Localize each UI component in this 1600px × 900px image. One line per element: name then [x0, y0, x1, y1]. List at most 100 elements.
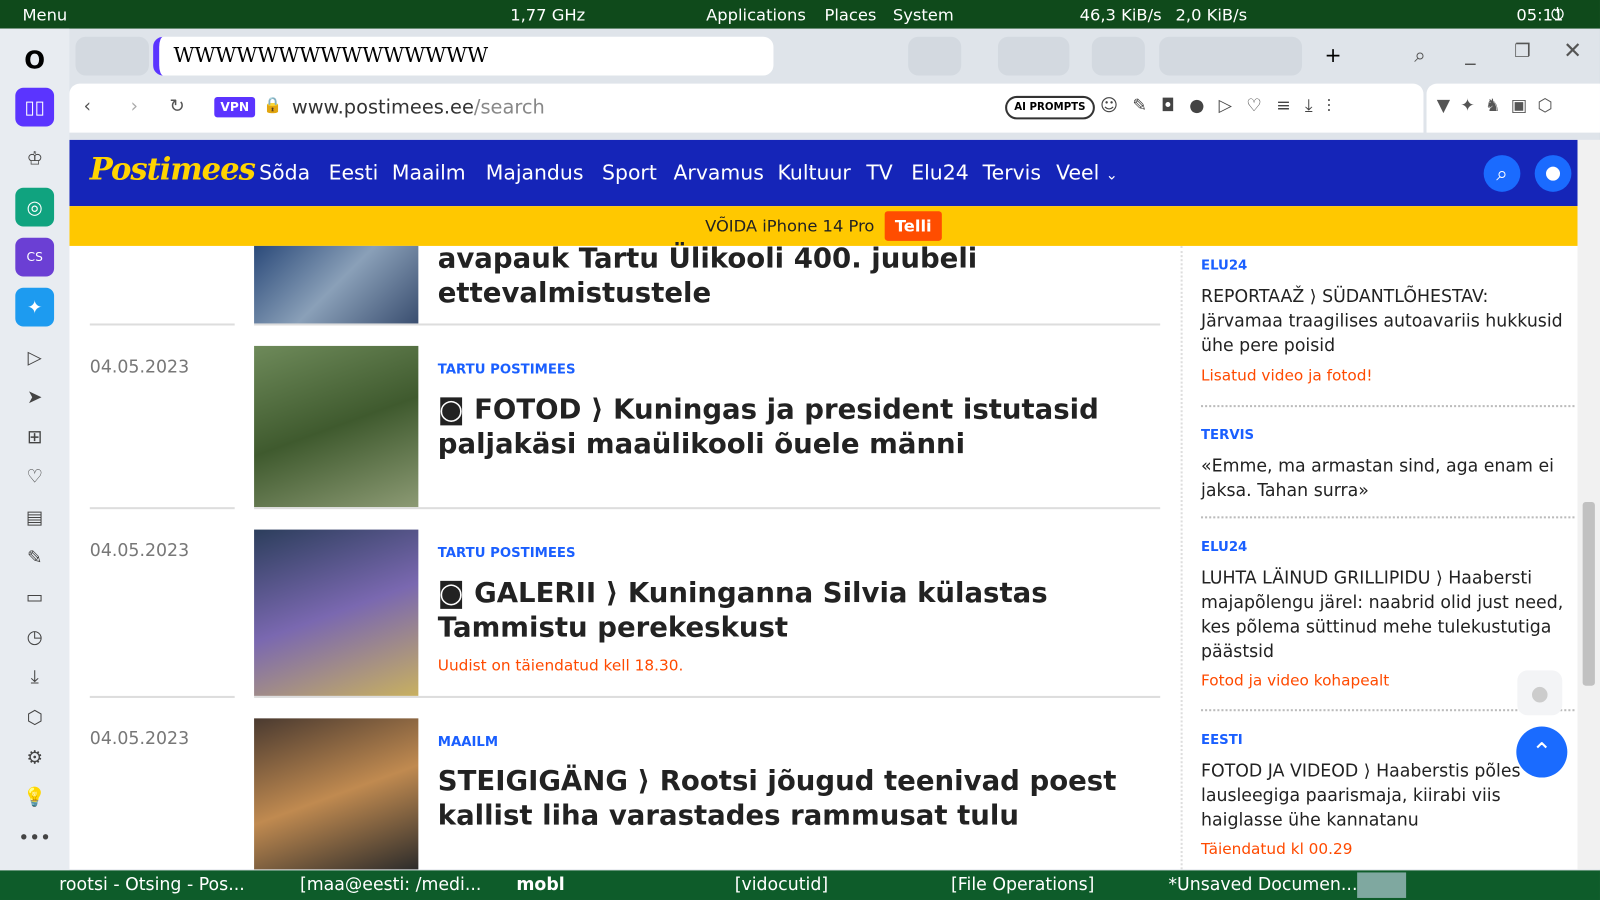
twitter-icon[interactable]: ✦ — [15, 287, 55, 327]
heart-icon[interactable]: ♡ — [15, 457, 54, 496]
nav-item-more[interactable]: Veel ⌄ — [1056, 160, 1118, 184]
nav-item[interactable]: TV — [866, 160, 892, 184]
opera-logo-icon[interactable]: O — [15, 41, 54, 80]
applications-menu[interactable]: Applications — [706, 5, 806, 24]
article-category[interactable]: TARTU POSTIMEES — [438, 546, 576, 561]
article-title[interactable]: avapauk Tartu Ülikooli 400. juubeli ette… — [438, 242, 1152, 311]
menu-button[interactable]: Menu — [22, 5, 67, 24]
sidebar-category[interactable]: ELU24 — [1201, 540, 1247, 555]
taskbar-item[interactable]: [vidocutid] — [735, 874, 828, 894]
nav-item[interactable]: Maailm — [392, 160, 466, 184]
power-icon[interactable]: ⏻ — [1551, 4, 1564, 24]
address-bar-tools[interactable]: ☺✎◘●▷♡≡⤓⫶ — [1100, 96, 1345, 116]
nav-item[interactable]: Majandus — [486, 160, 584, 184]
apps-icon[interactable]: ⊞ — [15, 417, 54, 456]
tabs-icon[interactable]: ▭ — [15, 578, 54, 617]
article-category[interactable]: TARTU POSTIMEES — [438, 362, 576, 377]
nav-item[interactable]: Eesti — [329, 160, 379, 184]
downloads-icon[interactable]: ⤓ — [15, 657, 54, 696]
nav-item[interactable]: Kultuur — [778, 160, 851, 184]
pinned-tabs[interactable] — [75, 36, 149, 76]
camera-icon: ◙ — [437, 393, 475, 426]
vpn-badge[interactable]: VPN — [214, 96, 256, 118]
tab-group-5[interactable] — [1159, 36, 1303, 76]
article-title-text: FOTOD ⟩ Kuningas ja president istutasid … — [437, 393, 1099, 461]
promo-banner[interactable]: VÕIDA iPhone 14 Pro Telli — [69, 206, 1578, 246]
sidebar-subtitle: Lisatud video ja fotod! — [1201, 366, 1373, 385]
url-field[interactable]: www.postimees.ee/search — [292, 96, 545, 118]
taskbar-item[interactable]: rootsi - Otsing - Pos... — [59, 874, 245, 894]
sidebar-category[interactable]: EESTI — [1201, 733, 1243, 748]
tab-group-w[interactable]: WWWWWWWWWWWWWWW — [153, 36, 774, 76]
sidebar-category[interactable]: ELU24 — [1201, 258, 1247, 273]
news-icon[interactable]: ▤ — [15, 498, 54, 537]
extensions-bar[interactable]: ▼✦♞▣⬡ — [1426, 83, 1600, 133]
search-tabs-icon[interactable]: ⌕ — [1414, 43, 1425, 67]
ai-prompts-button[interactable]: AI PROMPTS — [1005, 95, 1095, 120]
reload-button[interactable]: ↻ — [169, 96, 184, 117]
nav-item[interactable]: Sport — [602, 160, 657, 184]
article-title[interactable]: ◙ GALERII ⟩ Kuninganna Silvia külastas T… — [438, 577, 1152, 646]
nav-item[interactable]: Arvamus — [673, 160, 763, 184]
player-icon[interactable]: ▷ — [15, 338, 54, 377]
url-path: /search — [473, 95, 545, 119]
user-account-icon[interactable]: ● — [1534, 155, 1572, 192]
nav-item[interactable]: Elu24 — [911, 160, 968, 184]
close-button[interactable]: ✕ — [1563, 39, 1582, 65]
cs-icon[interactable]: CS — [15, 237, 55, 277]
sidebar-title[interactable]: «Emme, ma armastan sind, aga enam ei jak… — [1201, 454, 1573, 503]
site-navigation: Postimees Sõda Eesti Maailm Majandus Spo… — [69, 139, 1578, 207]
nav-more-label: Veel — [1056, 160, 1100, 185]
article-category[interactable]: MAAILM — [438, 735, 498, 750]
workspace-switcher[interactable] — [1357, 872, 1407, 898]
scroll-to-top-button[interactable]: ⌃ — [1516, 726, 1568, 778]
places-menu[interactable]: Places — [824, 5, 876, 24]
postimees-logo[interactable]: Postimees — [90, 152, 256, 188]
extensions-icon[interactable]: ⬡ — [15, 698, 54, 737]
tab-group-3[interactable] — [997, 36, 1070, 76]
sidebar-articles: ELU24 REPORTAAŽ ⟩ SÜDANTLÕHESTAV: Järvam… — [1180, 245, 1578, 870]
restore-button[interactable]: ❐ — [1514, 41, 1530, 62]
article-image[interactable] — [254, 345, 419, 508]
article-image[interactable] — [254, 529, 419, 696]
article-date: 04.05.2023 — [89, 728, 190, 749]
article-image[interactable] — [254, 245, 419, 324]
taskbar: rootsi - Otsing - Pos... [maa@eesti: /me… — [0, 870, 1600, 900]
minimize-button[interactable]: _ — [1465, 41, 1475, 65]
send-icon[interactable]: ➤ — [15, 378, 54, 417]
settings-icon[interactable]: ⚙ — [15, 738, 54, 777]
sidebar-title[interactable]: LUHTA LÄINUD GRILLIPIDU ⟩ Haabersti maja… — [1201, 566, 1573, 664]
taskbar-item[interactable]: *Unsaved Documen... — [1168, 874, 1357, 894]
sidebar-category[interactable]: TERVIS — [1201, 428, 1254, 443]
edit-icon[interactable]: ✎ — [15, 538, 54, 577]
back-button[interactable]: ‹ — [84, 96, 91, 117]
scrollbar[interactable] — [1577, 139, 1600, 870]
article-image[interactable] — [254, 718, 419, 870]
search-icon[interactable]: ⌕ — [1483, 155, 1521, 192]
chatgpt-icon[interactable]: ◎ — [15, 187, 55, 227]
crown-icon[interactable]: ♔ — [15, 139, 54, 178]
tips-icon[interactable]: 💡 — [15, 778, 54, 817]
article-title[interactable]: STEIGIGÄNG ⟩ Rootsi jõugud teenivad poes… — [438, 764, 1152, 833]
cookie-icon[interactable]: ● — [1517, 670, 1563, 716]
nav-item[interactable]: Tervis — [983, 160, 1041, 184]
scrollbar-thumb[interactable] — [1582, 502, 1595, 686]
system-menu[interactable]: System — [893, 5, 954, 24]
tab-group-2[interactable] — [908, 36, 962, 76]
article-title[interactable]: ◙ FOTOD ⟩ Kuningas ja president istutasi… — [438, 393, 1152, 462]
lock-icon[interactable]: 🔒 — [263, 96, 282, 114]
reader-icon[interactable]: ▯▯ — [15, 87, 55, 127]
taskbar-item[interactable]: [File Operations] — [951, 874, 1094, 894]
tab-group-4[interactable] — [1091, 36, 1145, 76]
more-icon[interactable]: ••• — [15, 818, 54, 857]
sidebar-title[interactable]: FOTOD JA VIDEOD ⟩ Haaberstis põles lausl… — [1201, 759, 1573, 832]
forward-button[interactable]: › — [131, 96, 138, 117]
nav-item[interactable]: Sõda — [259, 160, 310, 184]
taskbar-item[interactable]: mobl — [516, 874, 564, 894]
history-icon[interactable]: ◷ — [15, 617, 54, 656]
sidebar-title[interactable]: REPORTAAŽ ⟩ SÜDANTLÕHESTAV: Järvamaa tra… — [1201, 285, 1573, 358]
new-tab-button[interactable]: + — [1324, 43, 1341, 67]
divider — [89, 323, 235, 326]
subscribe-button[interactable]: Telli — [884, 211, 942, 241]
taskbar-item[interactable]: [maa@eesti: /medi... — [300, 874, 481, 894]
